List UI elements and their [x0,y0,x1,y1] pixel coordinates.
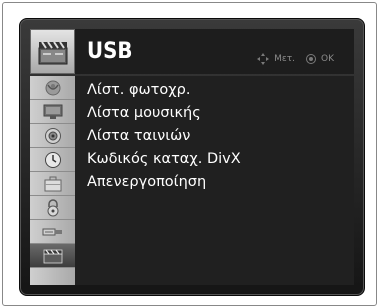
hint-ok: OK [305,53,334,65]
briefcase-icon [44,176,61,191]
menu-list: Λίστ. φωτοχρ. Λίστα μουσικής Λίστα ταινι… [75,76,354,285]
clock-icon [44,151,61,168]
menu-body: Λίστ. φωτοχρ. Λίστα μουσικής Λίστα ταινι… [30,76,354,285]
tv-screen: USB Μετ. OK Λίστ. φωτοχρ. Λίστα μουσικής… [2,2,377,306]
monitor-icon [43,104,62,119]
sidebar-item-lock[interactable] [30,196,75,220]
sidebar-item-picture[interactable] [30,100,75,124]
usb-media-icon [30,29,75,74]
menu-header: USB Μετ. OK [30,29,354,74]
menu-item-music-list[interactable]: Λίστα μουσικής [75,101,354,124]
menu-item-divx-registration[interactable]: Κωδικός καταχ. DivX [75,147,354,170]
page-title: USB [87,39,133,64]
satellite-dish-icon [45,80,60,95]
speaker-icon [44,127,61,144]
key-hints: Μετ. OK [246,52,334,66]
hint-navigate-label: Μετ. [274,53,295,64]
menu-item-deactivation[interactable]: Απενεργοποίηση [75,170,354,193]
sidebar-item-channels[interactable] [30,76,75,100]
padlock-icon [47,198,58,216]
sidebar-item-options[interactable] [30,172,75,196]
sidebar-item-audio[interactable] [30,124,75,148]
hint-ok-label: OK [321,53,334,64]
sidebar-item-input[interactable] [30,220,75,244]
category-sidebar [30,76,75,285]
menu-item-photo-list[interactable]: Λίστ. φωτοχρ. [75,78,354,101]
usb-media-icon [43,249,62,263]
menu-item-movie-list[interactable]: Λίστα ταινιών [75,124,354,147]
hint-navigate: Μετ. [256,52,295,66]
ok-button-icon [306,53,316,64]
sidebar-item-usb[interactable] [30,244,75,268]
navigate-arrows-icon [257,52,270,65]
sidebar-item-time[interactable] [30,148,75,172]
input-plug-icon [42,228,62,235]
usb-menu-panel: USB Μετ. OK Λίστ. φωτοχρ. Λίστα μουσικής… [19,18,365,296]
